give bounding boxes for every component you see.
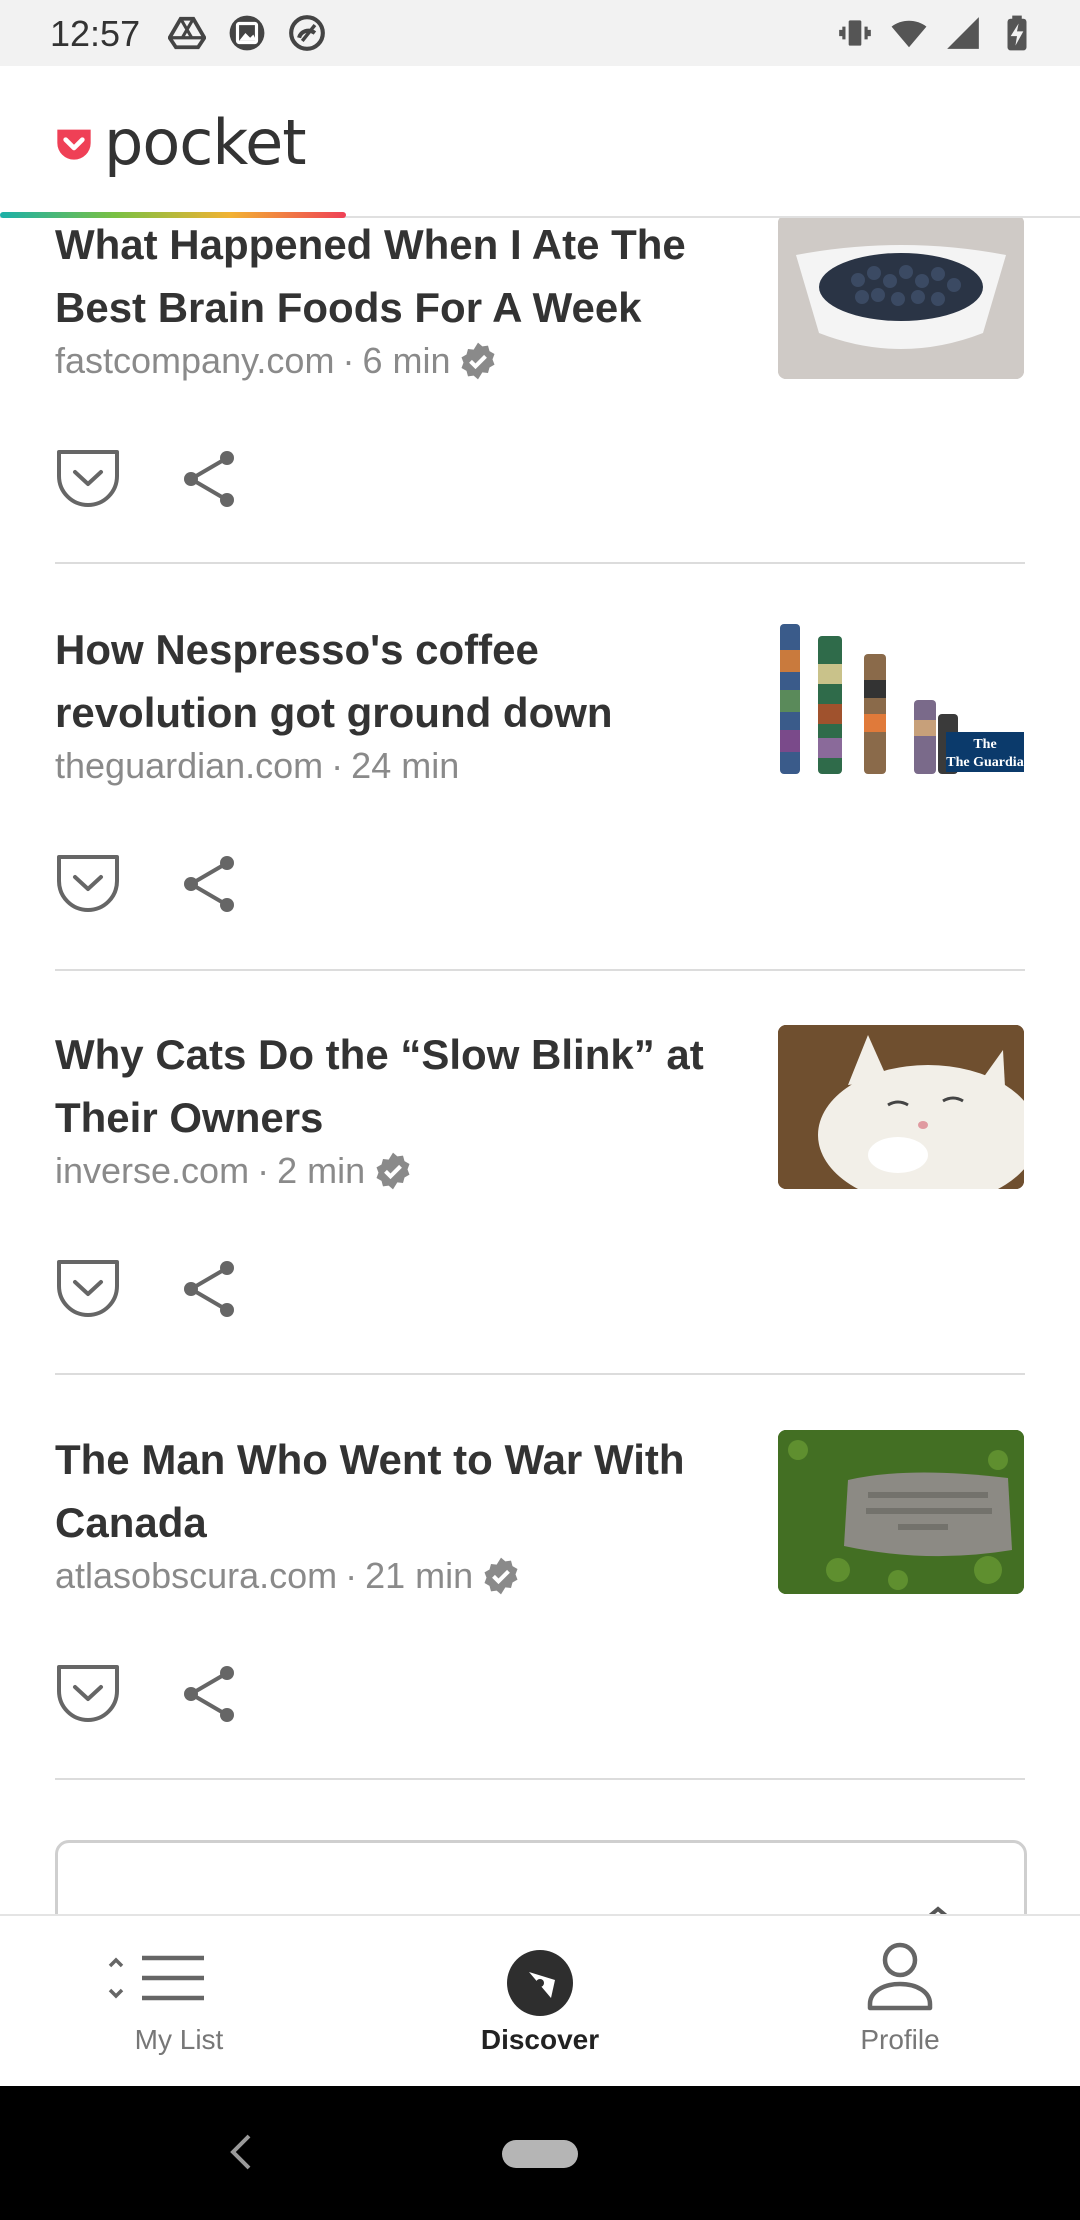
battery-charging-icon [1007,15,1027,51]
article-thumbnail-nespresso[interactable]: The The Guardia [778,620,1024,784]
article-actions [55,853,243,915]
wifi-icon [891,20,927,48]
nav-my-list[interactable]: My List [29,1916,329,2088]
article-title[interactable]: Why Cats Do the “Slow Blink” at Their Ow… [55,1023,725,1149]
article-thumbnail-blueberries[interactable] [778,218,1024,379]
collapse-chevron-icon[interactable] [910,1903,966,1914]
article-card[interactable]: What Happened When I Ate The Best Brain … [0,218,1080,618]
article-divider [55,1778,1025,1780]
article-card[interactable]: How Nespresso's coffee revolution got gr… [0,618,1080,1023]
article-meta: fastcompany.com · 6 min [55,340,498,382]
home-pill-button[interactable] [502,2140,578,2168]
share-icon[interactable] [177,853,243,915]
article-source: fastcompany.com [55,340,335,381]
system-icons [836,14,1036,52]
nav-label-discover: Discover [480,2024,600,2055]
guardian-badge-text: The Guardia [946,755,1023,770]
meta-separator: · [345,1555,358,1596]
my-list-icon [108,1955,204,2001]
article-source: atlasobscura.com [55,1555,338,1596]
article-meta: theguardian.com · 24 min [55,745,459,787]
svg-text:The: The [973,737,996,752]
verified-badge-icon [484,1557,518,1595]
signal-icon [947,17,979,49]
bottom-navigation: My List Discover Profile [0,1914,1080,2088]
vibrate-icon [839,20,871,46]
app-header: pocket [0,66,1080,218]
article-read-time: 2 min [277,1150,366,1191]
article-read-time: 6 min [362,340,451,381]
drive-icon [168,16,206,50]
verified-badge-icon [461,342,495,380]
status-bar: 12:57 [0,0,1080,66]
article-title[interactable]: What Happened When I Ate The Best Brain … [55,218,725,339]
article-actions [55,1258,243,1320]
article-actions [55,448,243,510]
article-divider [55,1373,1025,1375]
article-read-time: 24 min [351,745,460,786]
article-actions [55,1663,243,1725]
article-source: theguardian.com [55,745,324,786]
profile-icon [867,1942,933,2011]
nav-profile[interactable]: Profile [750,1916,1050,2088]
meta-separator: · [257,1150,270,1191]
photo-icon [229,15,265,51]
save-to-pocket-icon[interactable] [55,1258,121,1320]
save-to-pocket-icon[interactable] [55,448,121,510]
back-icon[interactable] [225,2132,255,2172]
pocket-logo-icon [57,129,91,160]
share-icon[interactable] [177,1663,243,1725]
save-to-pocket-icon[interactable] [55,1663,121,1725]
nav-label-my-list: My List [134,2024,224,2055]
discover-feed[interactable]: What Happened When I Ate The Best Brain … [0,218,1080,1914]
nav-discover[interactable]: Discover [390,1916,690,2088]
article-divider [55,969,1025,971]
nav-label-profile: Profile [860,2024,940,2055]
article-divider [55,562,1025,564]
notification-icons [168,14,326,52]
article-source: inverse.com [55,1150,250,1191]
save-to-pocket-icon[interactable] [55,853,121,915]
article-title[interactable]: The Man Who Went to War With Canada [55,1428,725,1554]
promo-card[interactable] [55,1840,1027,1914]
logo-text: pocket [104,106,307,179]
status-time: 12:57 [50,13,141,54]
verified-badge-icon [376,1152,410,1190]
share-icon[interactable] [177,1258,243,1320]
discover-compass-icon [507,1950,573,2016]
meta-separator: · [342,340,355,381]
share-icon[interactable] [177,448,243,510]
article-thumbnail-plaque[interactable] [778,1430,1024,1594]
article-title[interactable]: How Nespresso's coffee revolution got gr… [55,618,725,744]
article-thumbnail-cat[interactable] [778,1025,1024,1189]
article-meta: inverse.com · 2 min [55,1150,413,1192]
meta-separator: · [331,745,344,786]
pocket-logo: pocket [54,106,307,179]
system-navigation-bar [0,2086,1080,2220]
sync-icon [289,15,325,51]
article-read-time: 21 min [365,1555,474,1596]
article-card[interactable]: The Man Who Went to War With Canada atla… [0,1428,1080,1833]
article-card[interactable]: Why Cats Do the “Slow Blink” at Their Ow… [0,1023,1080,1428]
article-meta: atlasobscura.com · 21 min [55,1555,521,1597]
